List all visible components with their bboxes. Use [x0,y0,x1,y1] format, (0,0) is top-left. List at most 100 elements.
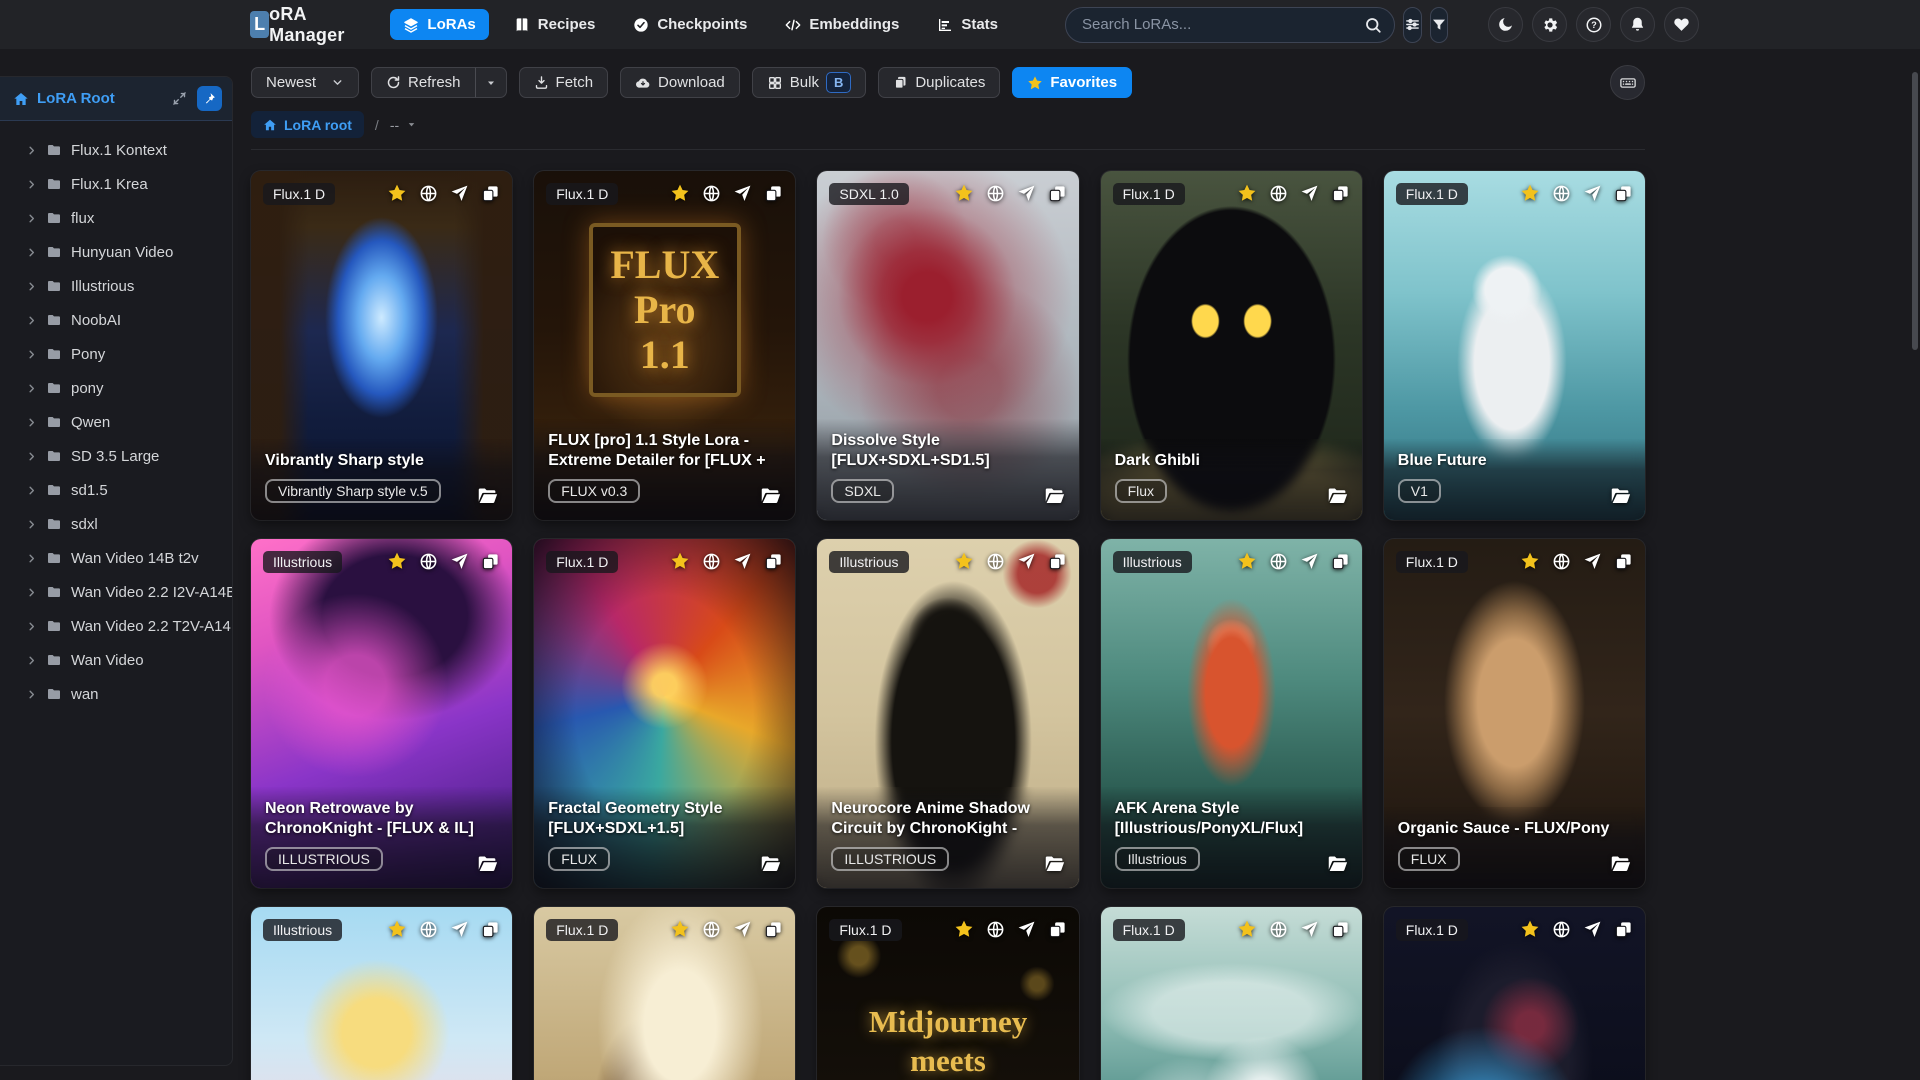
lora-card[interactable]: Illustrious Neon Retrowave by ChronoKnig… [251,539,513,888]
lora-card[interactable]: Flux.1 D [1383,907,1645,1080]
send-icon[interactable] [450,184,469,203]
search-icon[interactable] [1364,16,1382,34]
lora-card[interactable]: Flux.1 D Fractal Geometry Style [FLUX+SD… [534,539,796,888]
globe-icon[interactable] [986,552,1005,571]
favorite-star-icon[interactable] [1237,919,1257,939]
globe-icon[interactable] [702,552,721,571]
favorite-star-icon[interactable] [387,183,407,203]
copy-icon[interactable] [1048,552,1067,571]
chevron-right-icon[interactable] [26,553,37,564]
lora-card[interactable]: Midjourney meets FLUX Flux.1 D [817,907,1079,1080]
send-icon[interactable] [1583,552,1602,571]
favorites-filter-button[interactable]: Favorites [1012,67,1133,98]
open-folder-icon[interactable] [1610,853,1631,874]
lora-card[interactable]: Illustrious Neurocore Anime Shadow Circu… [817,539,1079,888]
send-icon[interactable] [1017,184,1036,203]
lora-card[interactable]: Flux.1 D [534,907,796,1080]
lora-card[interactable]: Flux.1 D Organic Sauce - FLUX/Pony FLUX [1383,539,1645,888]
copy-icon[interactable] [764,184,783,203]
copy-icon[interactable] [764,920,783,939]
sidebar-folder-item[interactable]: Illustrious [0,269,232,303]
open-folder-icon[interactable] [1327,853,1348,874]
app-logo[interactable]: L oRA Manager [250,4,352,46]
copy-icon[interactable] [1614,552,1633,571]
lora-card[interactable]: Illustrious [251,907,513,1080]
open-folder-icon[interactable] [1044,853,1065,874]
send-icon[interactable] [733,920,752,939]
chevron-right-icon[interactable] [26,621,37,632]
sidebar-folder-item[interactable]: NoobAI [0,303,232,337]
favorite-star-icon[interactable] [954,183,974,203]
favorite-star-icon[interactable] [1237,551,1257,571]
lora-card[interactable]: Illustrious AFK Arena Style [Illustrious… [1100,539,1362,888]
globe-icon[interactable] [986,920,1005,939]
globe-icon[interactable] [1552,920,1571,939]
chevron-right-icon[interactable] [26,179,37,190]
globe-icon[interactable] [1552,552,1571,571]
lora-card[interactable]: Flux.1 D Dark Ghibli Flux [1100,171,1362,520]
duplicates-button[interactable]: Duplicates [878,67,1001,98]
pin-sidebar-button[interactable] [197,86,222,111]
chevron-right-icon[interactable] [26,145,37,156]
copy-icon[interactable] [1331,552,1350,571]
chevron-right-icon[interactable] [26,247,37,258]
open-folder-icon[interactable] [760,853,781,874]
open-folder-icon[interactable] [760,485,781,506]
chevron-right-icon[interactable] [26,315,37,326]
copy-icon[interactable] [481,552,500,571]
send-icon[interactable] [733,184,752,203]
collapse-tree-button[interactable] [170,89,189,108]
open-folder-icon[interactable] [1044,485,1065,506]
page-scrollbar[interactable] [1912,72,1918,350]
favorite-star-icon[interactable] [954,919,974,939]
search-options-button[interactable] [1403,6,1423,43]
open-folder-icon[interactable] [1327,485,1348,506]
chevron-right-icon[interactable] [26,383,37,394]
tab-checkpoints[interactable]: Checkpoints [620,9,760,40]
fetch-button[interactable]: Fetch [518,67,609,98]
download-button[interactable]: Download [620,67,740,98]
sidebar-root-item[interactable]: LoRA Root [13,90,115,107]
chevron-right-icon[interactable] [26,417,37,428]
globe-icon[interactable] [702,920,721,939]
breadcrumb-current-dropdown[interactable]: -- [390,117,417,133]
send-icon[interactable] [1017,552,1036,571]
help-button[interactable]: ? [1576,7,1612,42]
support-button[interactable] [1664,7,1700,42]
globe-icon[interactable] [1552,184,1571,203]
sidebar-folder-item[interactable]: SD 3.5 Large [0,439,232,473]
filter-button[interactable] [1430,6,1449,43]
notifications-button[interactable] [1620,7,1656,42]
send-icon[interactable] [1300,920,1319,939]
chevron-right-icon[interactable] [26,485,37,496]
favorite-star-icon[interactable] [387,551,407,571]
favorite-star-icon[interactable] [1520,551,1540,571]
sidebar-folder-item[interactable]: Flux.1 Krea [0,167,232,201]
copy-icon[interactable] [1331,184,1350,203]
chevron-right-icon[interactable] [26,213,37,224]
globe-icon[interactable] [1269,552,1288,571]
copy-icon[interactable] [764,552,783,571]
send-icon[interactable] [1300,184,1319,203]
copy-icon[interactable] [1614,184,1633,203]
send-icon[interactable] [733,552,752,571]
send-icon[interactable] [1583,920,1602,939]
send-icon[interactable] [1300,552,1319,571]
sidebar-folder-item[interactable]: Qwen [0,405,232,439]
copy-icon[interactable] [1614,920,1633,939]
open-folder-icon[interactable] [477,485,498,506]
globe-icon[interactable] [1269,920,1288,939]
copy-icon[interactable] [1048,184,1067,203]
globe-icon[interactable] [1269,184,1288,203]
favorite-star-icon[interactable] [670,919,690,939]
tab-stats[interactable]: Stats [924,9,1011,40]
globe-icon[interactable] [419,552,438,571]
globe-icon[interactable] [702,184,721,203]
keyboard-shortcuts-button[interactable] [1610,65,1645,100]
search-input[interactable] [1065,6,1396,43]
favorite-star-icon[interactable] [670,551,690,571]
tab-recipes[interactable]: Recipes [501,9,609,40]
sidebar-folder-item[interactable]: sdxl [0,507,232,541]
sidebar-folder-item[interactable]: wan [0,677,232,711]
favorite-star-icon[interactable] [1237,183,1257,203]
